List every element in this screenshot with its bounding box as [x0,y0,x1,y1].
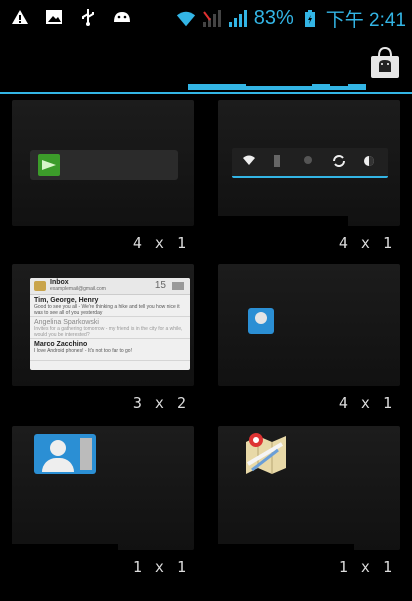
gps-icon [302,154,314,170]
widget-name [18,226,90,262]
gmail-header: Inbox examplemail@gmail.com 15 [30,278,190,295]
wifi-icon [242,154,256,170]
widget-label-row: 4 x 1 [200,216,400,262]
widget-label-row: 3 x 2 [10,386,194,422]
message-sender: Angelina Sparkowski [34,319,99,326]
gmail-account: examplemail@gmail.com [50,286,106,292]
message-snippet: I love Android phones! - It's not too fa… [34,348,132,354]
message-sender: Marco Zacchino [34,341,88,348]
widget-item[interactable]: 4 x 1 [12,100,194,262]
widget-size: 4 x 1 [338,234,394,252]
widget-item[interactable]: 4 x 1 [218,264,400,422]
widget-preview [12,426,194,550]
tab-widgets-extra[interactable] [330,54,348,86]
wifi-icon [176,9,196,29]
bluetooth-icon [272,154,282,172]
messaging-icon [38,154,60,176]
widget-size: 1 x 1 [338,558,394,576]
contact-icon [34,434,96,474]
sync-icon [332,154,346,172]
widget-name [10,386,128,422]
gmail-icon [34,281,46,291]
widget-size: 3 x 2 [132,394,188,412]
widget-label-row: 4 x 1 [218,386,400,422]
image-icon [44,7,64,27]
list-item: Tim, George, Henry Good to see you all -… [30,295,190,317]
message-sender: Tim, George, Henry [34,297,99,304]
usb-icon [78,7,98,27]
power-control-bar [232,148,388,178]
brightness-icon [362,154,376,172]
gmail-title: Inbox [50,279,69,286]
list-item: Angelina Sparkowski Invites for a gather… [30,317,190,339]
maps-icon [242,430,290,474]
battery-percent: 83% [253,7,294,29]
widget-name [218,386,342,422]
gmail-count: 15 [154,280,166,291]
widget-preview [218,100,400,226]
tab-bar [0,36,412,94]
list-item: Marco Zacchino I love Android phones! - … [30,339,190,361]
message-snippet: Invites for a gathering tomorrow - my fr… [34,326,183,338]
widget-label-row: 1 x 1 [10,544,194,586]
widget-name [202,544,354,584]
widget-item[interactable]: 1 x 1 [202,426,400,586]
widget-preview [218,264,400,386]
warning-icon [10,7,30,27]
play-store-icon[interactable] [368,46,402,80]
widget-name [10,544,118,584]
tab-widgets[interactable] [246,54,312,86]
widget-size: 4 x 1 [338,394,394,412]
widget-label-row: 1 x 1 [202,544,400,586]
widget-name [200,216,348,262]
tab-apps[interactable] [58,56,128,88]
widget-preview: Inbox examplemail@gmail.com 15 Tim, Geor… [12,264,194,386]
widget-preview [12,100,194,226]
battery-icon [300,9,320,29]
widget-name-extra [110,226,130,262]
clock: 下午 2:41 [325,10,406,31]
widget-size: 1 x 1 [132,558,188,576]
widget-label-row: 4 x 1 [12,226,194,262]
status-bar: 83% 下午 2:41 [0,0,412,36]
widget-size: 4 x 1 [132,234,188,252]
message-snippet: Good to see you all - We're thinking a h… [34,304,180,316]
widget-item[interactable]: 4 x 1 [200,100,400,262]
widget-item[interactable]: Inbox examplemail@gmail.com 15 Tim, Geor… [10,264,194,422]
contact-icon [248,308,274,334]
signal-icon [202,9,222,29]
gmail-widget: Inbox examplemail@gmail.com 15 Tim, Geor… [30,278,190,370]
widget-preview [218,426,400,550]
android-icon [112,7,132,27]
compose-icon [172,282,184,290]
widget-grid: 4 x 1 4 x 1 Inbox examplemail@gmail.com … [0,92,412,601]
widget-item[interactable]: 1 x 1 [10,426,194,586]
tab-apps-extra[interactable] [146,56,164,88]
signal-icon [228,9,248,29]
